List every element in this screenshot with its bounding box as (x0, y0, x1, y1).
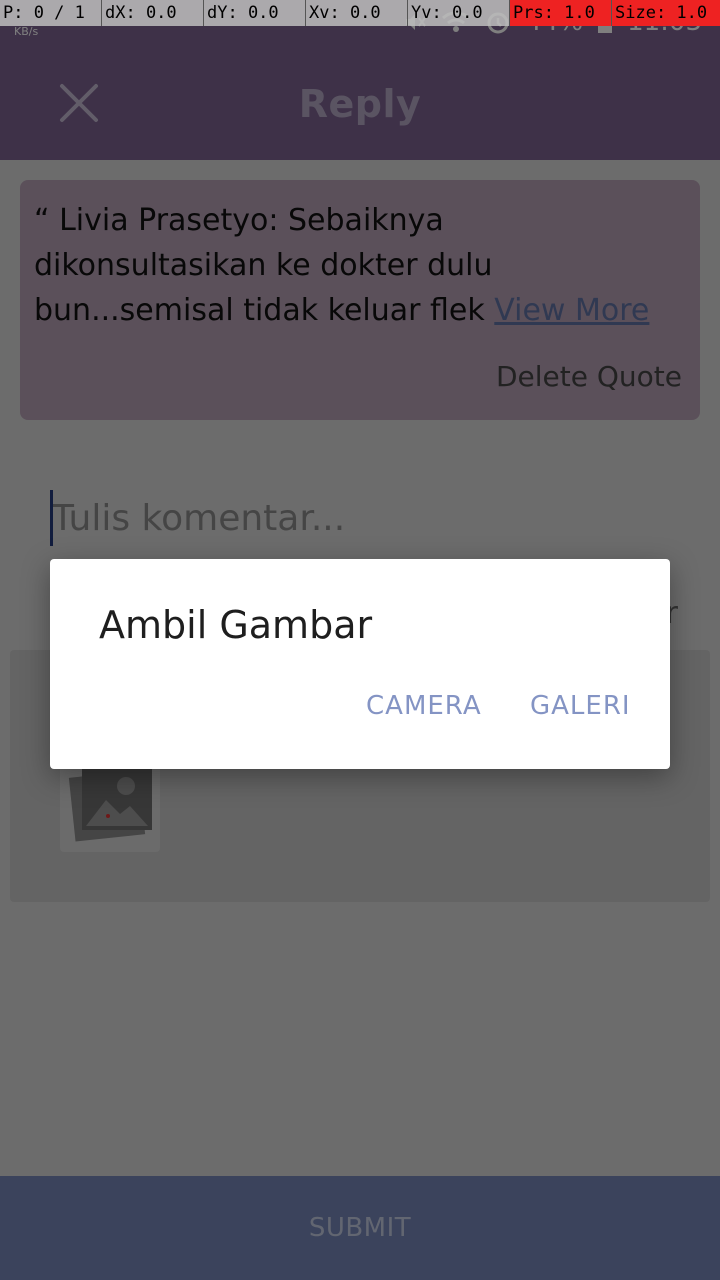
debug-size: Size: 1.0 (612, 0, 720, 26)
debug-dy: dY: 0.0 (204, 0, 306, 26)
pick-image-dialog: Ambil Gambar CAMERA GALERI (50, 559, 670, 769)
debug-prs: Prs: 1.0 (510, 0, 612, 26)
pointer-debug-bar: P: 0 / 1 dX: 0.0 dY: 0.0 Xv: 0.0 Yv: 0.0… (0, 0, 720, 26)
debug-xv: Xv: 0.0 (306, 0, 408, 26)
debug-yv: Yv: 0.0 (408, 0, 510, 26)
camera-button[interactable]: CAMERA (366, 691, 482, 721)
gallery-button[interactable]: GALERI (530, 691, 631, 721)
debug-pointer: P: 0 / 1 (0, 0, 102, 26)
debug-dx: dX: 0.0 (102, 0, 204, 26)
dialog-title: Ambil Gambar (99, 603, 373, 647)
